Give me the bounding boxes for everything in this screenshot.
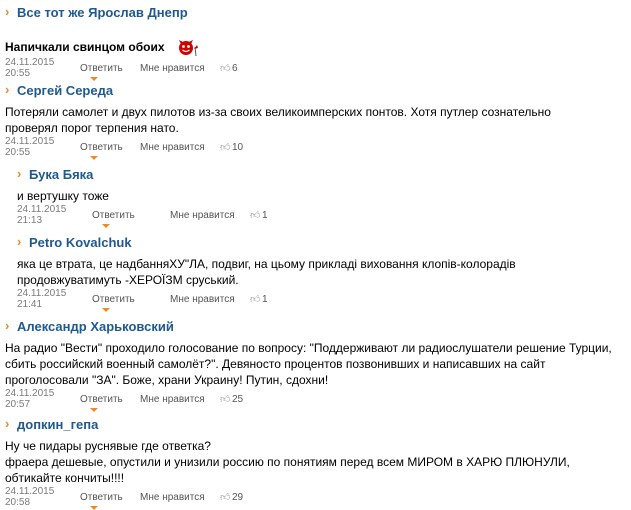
- comment-author[interactable]: Александр Харьковский: [17, 319, 174, 334]
- comment-text: На радио "Вести" проходило голосование п…: [5, 341, 612, 387]
- comment-item: › Александр Харьковский На радио "Вести"…: [5, 316, 625, 412]
- comment-meta: 24.11.2015 21:41 Ответить Мне нравится 👍…: [17, 288, 617, 312]
- like-count: 1: [262, 209, 268, 221]
- comment-text: яка це втрата, це надбанняХУ"ЛА, подвиг,…: [17, 257, 516, 287]
- comment-text: Ну че пидары руснявые где ответка? фраер…: [5, 439, 570, 485]
- thumbs-up-icon[interactable]: 👍︎: [220, 62, 232, 74]
- comment-header: › Petro Kovalchuk: [17, 232, 617, 252]
- like-count: 10: [232, 141, 244, 153]
- reply-button[interactable]: Ответить: [80, 142, 140, 160]
- comment-date: 24.11.2015 20:57: [5, 388, 55, 410]
- devil-smiley-icon: [173, 36, 199, 58]
- chevron-right-icon: ›: [5, 4, 10, 19]
- comment-item: › Petro Kovalchuk яка це втрата, це надб…: [17, 232, 617, 312]
- comment-author[interactable]: Все тот же Ярослав Днепр: [17, 5, 188, 20]
- comment-text: и вертушку тоже: [17, 189, 109, 203]
- comment-meta: 24.11.2015 20:55 Ответить Мне нравится 👍…: [5, 57, 625, 81]
- comment-header: › Бука Бяка: [17, 164, 617, 184]
- reply-button[interactable]: Ответить: [92, 210, 170, 228]
- chevron-right-icon: ›: [17, 166, 22, 181]
- like-count: 6: [232, 62, 238, 74]
- comment-header: › Сергей Середа: [5, 80, 625, 100]
- comment-date: 24.11.2015 20:55: [5, 136, 55, 158]
- reply-button[interactable]: Ответить: [80, 63, 140, 81]
- comment-meta: 24.11.2015 20:55 Ответить Мне нравится 👍…: [5, 136, 625, 160]
- comment-date: 24.11.2015 20:55: [5, 57, 55, 79]
- like-button[interactable]: Мне нравится: [140, 142, 220, 153]
- like-button[interactable]: Мне нравится: [140, 394, 220, 405]
- like-count: 25: [232, 393, 244, 405]
- comment-date: 24.11.2015 21:13: [17, 204, 67, 226]
- comment-meta: 24.11.2015 20:57 Ответить Мне нравится 👍…: [5, 388, 625, 412]
- comment-header: › Все тот же Ярослав Днепр: [5, 2, 625, 22]
- thumbs-up-icon[interactable]: 👍︎: [250, 293, 262, 305]
- comment-text: Потеряли самолет и двух пилотов из-за св…: [5, 105, 551, 135]
- like-button[interactable]: Мне нравится: [140, 492, 220, 503]
- like-count: 29: [232, 491, 244, 503]
- comment-text: Напичкали свинцом обоих: [5, 36, 625, 58]
- comment-date: 24.11.2015 20:58: [5, 486, 55, 508]
- chevron-right-icon: ›: [5, 318, 10, 333]
- comment-author[interactable]: допкин_гепа: [17, 417, 98, 432]
- thumbs-up-icon[interactable]: 👍︎: [250, 209, 262, 221]
- comment-author[interactable]: Сергей Середа: [17, 83, 113, 98]
- comment-item: › Все тот же Ярослав Днепр Напичкали сви…: [5, 0, 625, 81]
- chevron-right-icon: ›: [17, 234, 22, 249]
- comment-item: › Бука Бяка и вертушку тоже 24.11.2015 2…: [17, 164, 617, 228]
- like-button[interactable]: Мне нравится: [140, 63, 220, 74]
- thumbs-up-icon[interactable]: 👍︎: [220, 393, 232, 405]
- comment-author[interactable]: Бука Бяка: [29, 167, 93, 182]
- comment-author[interactable]: Petro Kovalchuk: [29, 235, 132, 250]
- comment-meta: 24.11.2015 20:58 Ответить Мне нравится 👍…: [5, 486, 625, 510]
- comment-date: 24.11.2015 21:41: [17, 288, 67, 310]
- comment-header: › допкин_гепа: [5, 414, 625, 434]
- comment-meta: 24.11.2015 21:13 Ответить Мне нравится 👍…: [17, 204, 617, 228]
- like-button[interactable]: Мне нравится: [170, 294, 250, 305]
- comment-item: › Сергей Середа Потеряли самолет и двух …: [5, 80, 625, 160]
- reply-button[interactable]: Ответить: [80, 492, 140, 510]
- thumbs-up-icon[interactable]: 👍︎: [220, 141, 232, 153]
- comment-header: › Александр Харьковский: [5, 316, 625, 336]
- comment-item: › допкин_гепа Ну че пидары руснявые где …: [5, 414, 625, 510]
- reply-button[interactable]: Ответить: [80, 394, 140, 412]
- like-count: 1: [262, 293, 268, 305]
- like-button[interactable]: Мне нравится: [170, 210, 250, 221]
- reply-button[interactable]: Ответить: [92, 294, 170, 312]
- chevron-right-icon: ›: [5, 416, 10, 431]
- thumbs-up-icon[interactable]: 👍︎: [220, 491, 232, 503]
- chevron-right-icon: ›: [5, 82, 10, 97]
- comment-text-content: Напичкали свинцом обоих: [5, 40, 165, 54]
